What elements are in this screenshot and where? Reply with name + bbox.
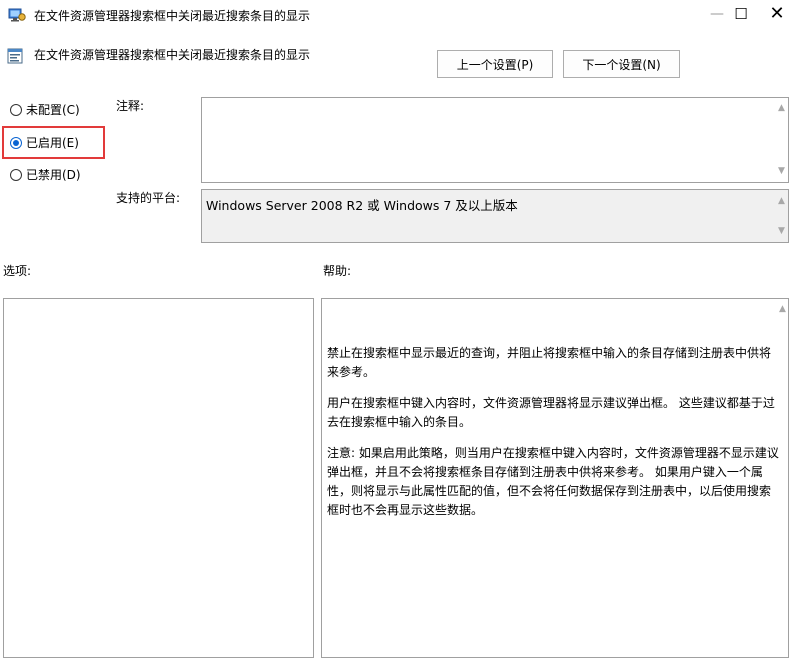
options-label: 选项: xyxy=(3,264,32,278)
scroll-up-icon[interactable]: ▲ xyxy=(778,196,785,206)
help-paragraph: 禁止在搜索框中显示最近的查询，并阻止将搜索框中输入的条目存储到注册表中供将来参考… xyxy=(327,346,772,379)
comment-label: 注释: xyxy=(116,99,145,113)
radio-disabled[interactable]: 已禁用(D) xyxy=(10,166,81,184)
comment-textarea[interactable] xyxy=(201,97,789,183)
supported-platform-value: Windows Server 2008 R2 或 Windows 7 及以上版本 xyxy=(206,198,518,213)
setting-icon xyxy=(7,48,23,64)
radio-label: 已禁用(D) xyxy=(26,168,81,182)
window-title: 在文件资源管理器搜索框中关闭最近搜索条目的显示 xyxy=(34,9,311,23)
scroll-down-icon[interactable]: ▼ xyxy=(778,226,785,236)
help-text: 禁止在搜索框中显示最近的查询，并阻止将搜索框中输入的条目存储到注册表中供将来参考… xyxy=(327,344,779,532)
scroll-up-icon[interactable]: ▲ xyxy=(778,103,785,113)
next-setting-button[interactable]: 下一个设置(N) xyxy=(563,50,680,78)
setting-title: 在文件资源管理器搜索框中关闭最近搜索条目的显示 xyxy=(34,48,311,62)
previous-setting-button[interactable]: 上一个设置(P) xyxy=(437,50,553,78)
options-pane[interactable] xyxy=(3,298,314,658)
close-button[interactable]: ✕ xyxy=(754,0,789,30)
help-paragraph: 注意: 如果启用此策略，则当用户在搜索框中键入内容时，文件资源管理器不显示建议弹… xyxy=(327,446,779,517)
radio-label: 未配置(C) xyxy=(26,103,80,117)
help-label: 帮助: xyxy=(323,264,352,278)
scroll-up-icon[interactable]: ▲ xyxy=(779,304,786,314)
policy-app-icon xyxy=(8,7,26,23)
highlight-annotation-box xyxy=(2,126,105,159)
radio-button-icon[interactable] xyxy=(10,104,22,116)
radio-button-icon[interactable] xyxy=(10,169,22,181)
radio-not-configured[interactable]: 未配置(C) xyxy=(10,101,80,119)
help-paragraph: 用户在搜索框中键入内容时，文件资源管理器将显示建议弹出框。 这些建议都基于过去在… xyxy=(327,396,775,429)
scroll-down-icon[interactable]: ▼ xyxy=(778,166,785,176)
supported-platform-label: 支持的平台: xyxy=(116,191,181,205)
